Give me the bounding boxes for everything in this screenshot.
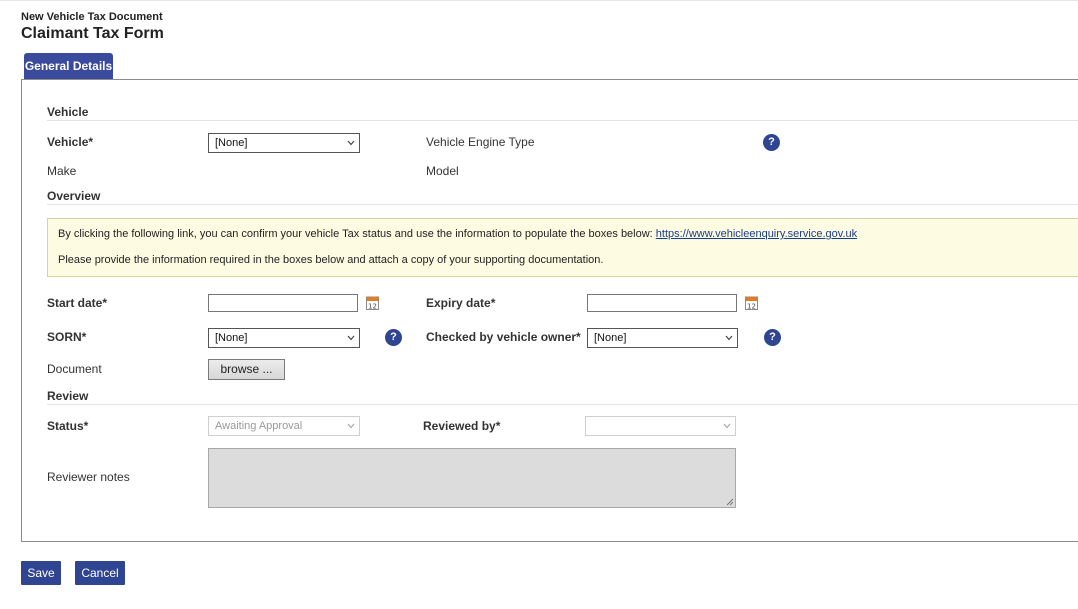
sorn-label: SORN* [47,330,87,344]
calendar-day: 12 [368,302,377,310]
checked-by-owner-label: Checked by vehicle owner* [426,330,581,344]
section-divider [47,404,1078,405]
info-text: By clicking the following link, you can … [58,228,857,240]
section-divider [47,204,1078,205]
calendar-icon[interactable]: 12 [745,295,758,310]
status-label: Status* [47,419,89,433]
cancel-button[interactable]: Cancel [75,561,125,585]
sorn-select-value: [None] [215,332,248,344]
chevron-down-icon [725,335,733,341]
vehicle-enquiry-link[interactable]: https://www.vehicleenquiry.service.gov.u… [656,228,857,240]
help-icon[interactable]: ? [763,134,780,151]
section-divider [47,120,1078,121]
reviewed-by-select[interactable] [585,416,736,436]
vehicle-select-value: [None] [215,137,248,149]
reviewer-notes-label: Reviewer notes [47,470,130,484]
status-select-value: Awaiting Approval [215,420,303,432]
status-select[interactable]: Awaiting Approval [208,416,360,436]
document-label: Document [47,362,102,376]
vehicle-select[interactable]: [None] [208,133,360,153]
section-title-vehicle: Vehicle [47,105,89,119]
section-title-review: Review [47,389,89,403]
help-icon[interactable]: ? [764,329,781,346]
checked-by-owner-select[interactable]: [None] [587,328,738,348]
sorn-select[interactable]: [None] [208,328,360,348]
top-divider [0,0,1078,1]
checked-by-owner-value: [None] [594,332,627,344]
info-text-2: Please provide the information required … [58,254,604,266]
calendar-icon[interactable]: 12 [366,295,379,310]
start-date-input[interactable] [208,294,358,312]
info-box: By clicking the following link, you can … [47,218,1078,277]
vehicle-label: Vehicle* [47,135,94,149]
info-text-lead: By clicking the following link, you can … [58,228,656,240]
expiry-date-input[interactable] [587,294,737,312]
chevron-down-icon [347,335,355,341]
resize-grip-icon[interactable] [726,498,734,506]
chevron-down-icon [347,423,355,429]
chevron-down-icon [347,140,355,146]
form-subtitle: New Vehicle Tax Document [21,11,163,23]
browse-button[interactable]: browse ... [208,359,285,380]
reviewed-by-label: Reviewed by* [423,419,501,433]
make-label: Make [47,164,77,178]
chevron-down-icon [723,423,731,429]
vehicle-engine-type-label: Vehicle Engine Type [426,135,535,149]
expiry-date-label: Expiry date* [426,296,496,310]
model-label: Model [426,164,459,178]
section-title-overview: Overview [47,189,101,203]
page-title: Claimant Tax Form [21,25,164,42]
help-icon[interactable]: ? [385,329,402,346]
tab-general-details[interactable]: General Details [24,53,113,80]
start-date-label: Start date* [47,296,108,310]
reviewer-notes-textarea[interactable] [208,448,736,508]
save-button[interactable]: Save [21,561,61,585]
calendar-day: 12 [747,302,756,310]
